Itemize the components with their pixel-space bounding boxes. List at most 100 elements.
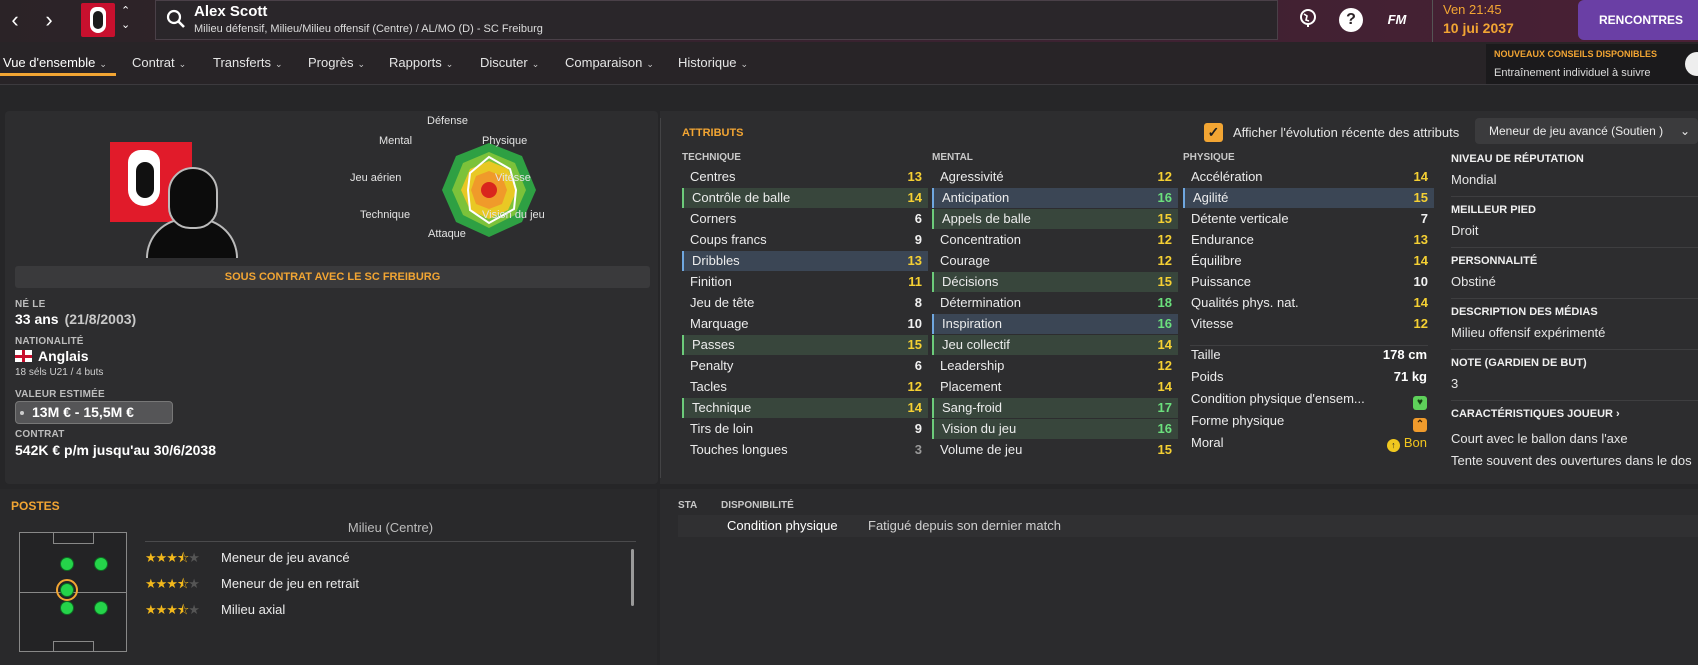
scrollbar[interactable] — [631, 549, 634, 606]
position-dot — [60, 557, 74, 571]
estimated-value-badge[interactable]: 13M € - 15,5M € — [15, 401, 173, 424]
player-positions: Milieu défensif, Milieu/Milieu offensif … — [194, 23, 543, 35]
attribute-row[interactable]: Puissance 10 — [1183, 272, 1434, 292]
tab-contract[interactable]: Contrat ⌄ — [132, 55, 186, 70]
tab-transfers[interactable]: Transferts ⌄ — [213, 55, 283, 70]
trait-item: Tente souvent des ouvertures dans le dos — [1451, 453, 1692, 468]
advice-notification[interactable]: NOUVEAUX CONSEILS DISPONIBLES Entraîneme… — [1486, 44, 1698, 84]
traits-link[interactable]: CARACTÉRISTIQUES JOUEUR › — [1451, 408, 1620, 420]
attribute-row[interactable]: Concentration 12 — [932, 230, 1178, 250]
attribute-row[interactable]: Passes 15 — [682, 335, 928, 355]
media-label: DESCRIPTION DES MÉDIAS — [1451, 306, 1598, 318]
continue-button[interactable]: RENCONTRES — [1578, 0, 1698, 40]
attribute-row[interactable]: Contrôle de balle 14 — [682, 188, 928, 208]
attribute-row[interactable]: Leadership 12 — [932, 356, 1178, 376]
role-select[interactable]: Meneur de jeu avancé (Soutien ) ⌄ — [1475, 118, 1698, 144]
attribute-row[interactable]: Placement 14 — [932, 377, 1178, 397]
attribute-row[interactable]: Anticipation 16 — [932, 188, 1178, 208]
attribute-name: Puissance — [1191, 274, 1251, 289]
contract-banner: SOUS CONTRAT AVEC LE SC FREIBURG — [15, 266, 650, 288]
attribute-row[interactable]: Centres 13 — [682, 167, 928, 187]
position-dot — [94, 557, 108, 571]
attribute-row[interactable]: Corners 6 — [682, 209, 928, 229]
attribute-name: Sang-froid — [942, 400, 1002, 415]
chevron-down-icon: ⌄ — [740, 59, 749, 69]
attribute-row[interactable]: Qualités phys. nat. 14 — [1183, 293, 1434, 313]
morale-row[interactable]: Moral ↑ Bon — [1191, 433, 1429, 453]
technique-header: TECHNIQUE — [682, 152, 741, 163]
attribute-name: Tacles — [690, 379, 727, 394]
attribute-row[interactable]: Penalty 6 — [682, 356, 928, 376]
radar-label-jeu-aerien: Jeu aérien — [350, 172, 402, 184]
attribute-value: 14 — [1157, 337, 1172, 352]
radar-label-defense: Défense — [427, 115, 468, 127]
attribute-row[interactable]: Volume de jeu 15 — [932, 440, 1178, 460]
show-evolution-checkbox[interactable]: ✓ — [1204, 123, 1223, 142]
up-down-arrows-icon[interactable]: ⌃ ⌄ — [121, 4, 130, 32]
club-crest-icon[interactable] — [81, 3, 115, 37]
forward-button[interactable]: › — [34, 6, 64, 34]
attribute-row[interactable]: Vitesse 12 — [1183, 314, 1434, 334]
tab-discuss[interactable]: Discuter ⌄ — [480, 55, 539, 70]
tab-progress[interactable]: Progrès ⌄ — [308, 55, 365, 70]
attribute-name: Anticipation — [942, 190, 1010, 205]
attribute-row[interactable]: Vision du jeu 16 — [932, 419, 1178, 439]
chevron-down-icon: ⌄ — [646, 59, 654, 69]
attribute-row[interactable]: Finition 11 — [682, 272, 928, 292]
attribute-row[interactable]: Tirs de loin 9 — [682, 419, 928, 439]
attribute-row[interactable]: Appels de balle 15 — [932, 209, 1178, 229]
attribute-row[interactable]: Tacles 12 — [682, 377, 928, 397]
attribute-row[interactable]: Technique 14 — [682, 398, 928, 418]
attribute-value: 14 — [1413, 169, 1428, 184]
attribute-name: Technique — [692, 400, 752, 415]
attribute-name: Détermination — [940, 295, 1021, 310]
role-row[interactable]: ★★★⯪★ Meneur de jeu avancé — [145, 549, 350, 571]
attribute-value: 14 — [1157, 379, 1172, 394]
attribute-name: Marquage — [690, 316, 749, 331]
attribute-row[interactable]: Inspiration 16 — [932, 314, 1178, 334]
media-value: Milieu offensif expérimenté — [1451, 325, 1606, 340]
attribute-row[interactable]: Équilibre 14 — [1183, 251, 1434, 271]
nationality-value[interactable]: Anglais — [15, 348, 89, 364]
back-button[interactable]: ‹ — [0, 6, 30, 34]
tab-comparison[interactable]: Comparaison ⌄ — [565, 55, 654, 70]
attribute-name: Jeu collectif — [942, 337, 1010, 352]
height-row: Taille 178 cm — [1191, 347, 1427, 362]
attribute-row[interactable]: Courage 12 — [932, 251, 1178, 271]
attribute-value: 11 — [908, 274, 922, 289]
radar-label-attaque: Attaque — [428, 228, 466, 240]
attribute-row[interactable]: Jeu de tête 8 — [682, 293, 928, 313]
player-search-bar[interactable]: Alex Scott Milieu défensif, Milieu/Milie… — [155, 0, 1278, 40]
show-evolution-label[interactable]: Afficher l'évolution récente des attribu… — [1233, 125, 1459, 140]
attribute-row[interactable]: Jeu collectif 14 — [932, 335, 1178, 355]
attribute-row[interactable]: Agilité 15 — [1183, 188, 1434, 208]
attribute-row[interactable]: Marquage 10 — [682, 314, 928, 334]
attribute-value: 7 — [1420, 211, 1428, 226]
tab-overview[interactable]: Vue d'ensemble ⌄ — [3, 55, 107, 70]
attribute-row[interactable]: Sang-froid 17 — [932, 398, 1178, 418]
sta-header: STA — [678, 500, 698, 511]
fm-logo-icon[interactable]: FM — [1382, 8, 1412, 32]
attribute-value: 16 — [1157, 421, 1172, 436]
availability-status: Fatigué depuis son dernier match — [868, 518, 1061, 533]
role-row[interactable]: ★★★⯪★ Meneur de jeu en retrait — [145, 575, 359, 597]
attribute-row[interactable]: Décisions 15 — [932, 272, 1178, 292]
help-icon[interactable]: ? — [1339, 8, 1363, 32]
mental-header: MENTAL — [932, 152, 973, 163]
attribute-name: Contrôle de balle — [692, 190, 791, 205]
role-row[interactable]: ★★★⯪★ Milieu axial — [145, 601, 285, 623]
attribute-row[interactable]: Endurance 13 — [1183, 230, 1434, 250]
tab-history[interactable]: Historique ⌄ — [678, 55, 748, 70]
attribute-row[interactable]: Détermination 18 — [932, 293, 1178, 313]
attribute-name: Finition — [690, 274, 732, 289]
attribute-row[interactable]: Détente verticale 7 — [1183, 209, 1434, 229]
attribute-row[interactable]: Accélération 14 — [1183, 167, 1434, 187]
tab-reports[interactable]: Rapports ⌄ — [389, 55, 453, 70]
birth-date: (21/8/2003) — [64, 311, 137, 327]
attribute-row[interactable]: Touches longues 3 — [682, 440, 928, 460]
attribute-row[interactable]: Dribbles 13 — [682, 251, 928, 271]
attribute-value: 14 — [907, 400, 922, 415]
world-icon[interactable] — [1296, 8, 1320, 32]
attribute-row[interactable]: Coups francs 9 — [682, 230, 928, 250]
attribute-row[interactable]: Agressivité 12 — [932, 167, 1178, 187]
